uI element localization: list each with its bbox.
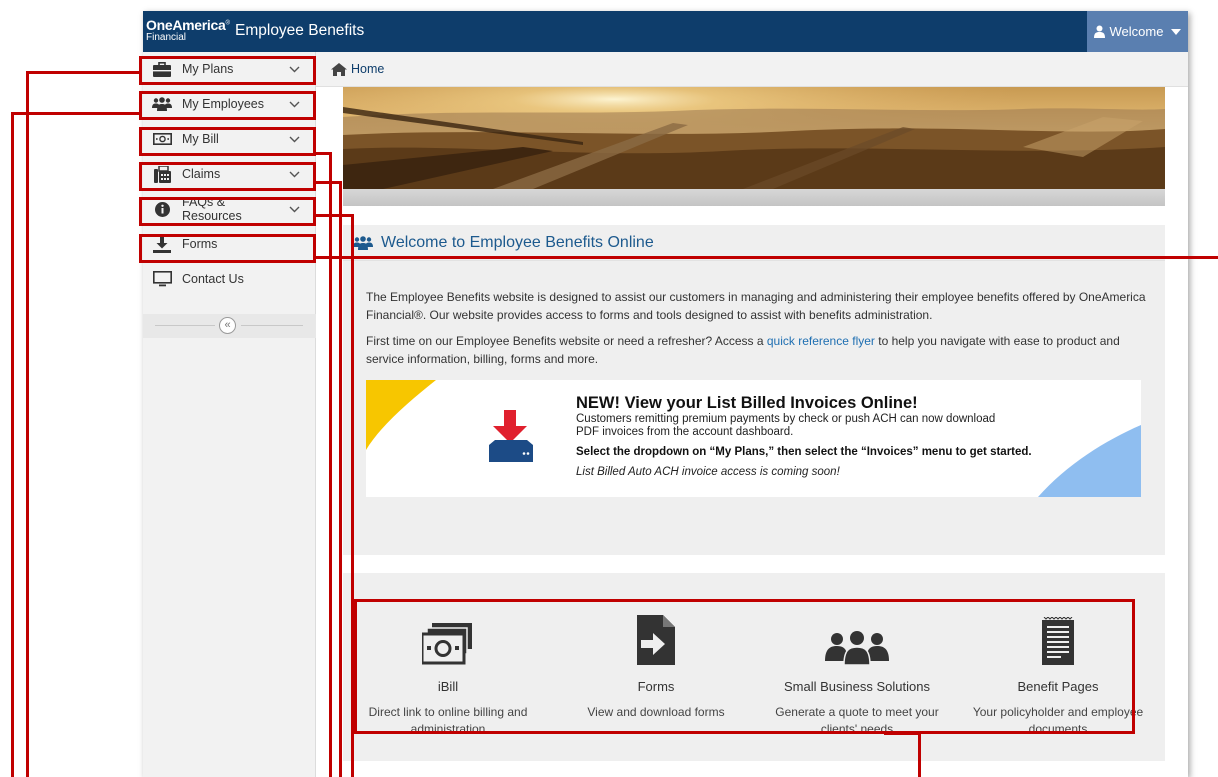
logo-trademark: ® [225,20,230,27]
logo-wordmark: OneAmerica [146,17,226,33]
annotation-line [314,214,354,217]
annotation-line [11,112,14,777]
hero-banner-image [343,87,1165,189]
promo-instruction: Select the dropdown on “My Plans,” then … [576,446,1032,458]
annotation-box [139,197,316,226]
promo-note: List Billed Auto ACH invoice access is c… [576,466,840,478]
intro-paragraph: The Employee Benefits website is designe… [366,290,1146,322]
screenshot-stage: OneAmerica® Financial Employee Benefits … [0,0,1218,777]
users-icon [353,235,373,250]
app-title: Employee Benefits [235,22,365,39]
annotation-line [314,256,1218,259]
oneamerica-logo[interactable]: OneAmerica® Financial [146,18,230,43]
breadcrumb-home-link[interactable]: Home [351,62,384,76]
annotation-box [139,234,316,263]
annotation-line [314,181,342,184]
annotation-line [339,181,342,777]
welcome-panel: Welcome to Employee Benefits Online The … [343,225,1165,555]
home-icon[interactable] [331,62,347,76]
sidebar-collapse-row: « [143,314,316,338]
welcome-menu-button[interactable]: Welcome [1087,11,1188,52]
annotation-box [354,599,1135,734]
monitor-icon [152,271,172,287]
welcome-label: Welcome [1109,24,1164,39]
annotation-box [139,127,316,156]
annotation-line [329,152,332,777]
refresher-text: First time on our Employee Benefits webs… [366,334,767,348]
promo-banner[interactable]: NEW! View your List Billed Invoices Onli… [366,380,1141,497]
annotation-line [26,71,140,74]
annotation-box [139,162,316,191]
annotation-line [884,732,921,735]
logo-subtitle: Financial [146,32,187,43]
annotation-line [11,112,140,115]
breadcrumb: Home [316,52,1188,87]
divider [155,325,215,326]
quick-reference-flyer-link[interactable]: quick reference flyer [767,334,875,348]
promo-title: NEW! View your List Billed Invoices Onli… [576,394,918,412]
annotation-box [139,56,316,85]
annotation-box [139,91,316,120]
refresher-paragraph: First time on our Employee Benefits webs… [366,332,1156,368]
banner-divider [343,189,1165,206]
annotation-line [351,214,354,777]
sidebar-item-label: Contact Us [182,272,244,286]
promo-description: Customers remitting premium payments by … [576,413,996,438]
divider [241,325,303,326]
user-icon [1093,25,1105,38]
sidebar-item-contact-us[interactable]: Contact Us [143,264,316,294]
sidebar: My Plans My Employees My Bill Claims FAQ [143,52,316,777]
annotation-line [26,71,29,777]
welcome-panel-title: Welcome to Employee Benefits Online [381,233,654,251]
top-bar: OneAmerica® Financial Employee Benefits … [143,11,1188,52]
annotation-line [918,732,921,777]
caret-down-icon [1171,28,1182,35]
invoice-download-icon [489,410,533,462]
collapse-sidebar-button[interactable]: « [219,317,236,334]
